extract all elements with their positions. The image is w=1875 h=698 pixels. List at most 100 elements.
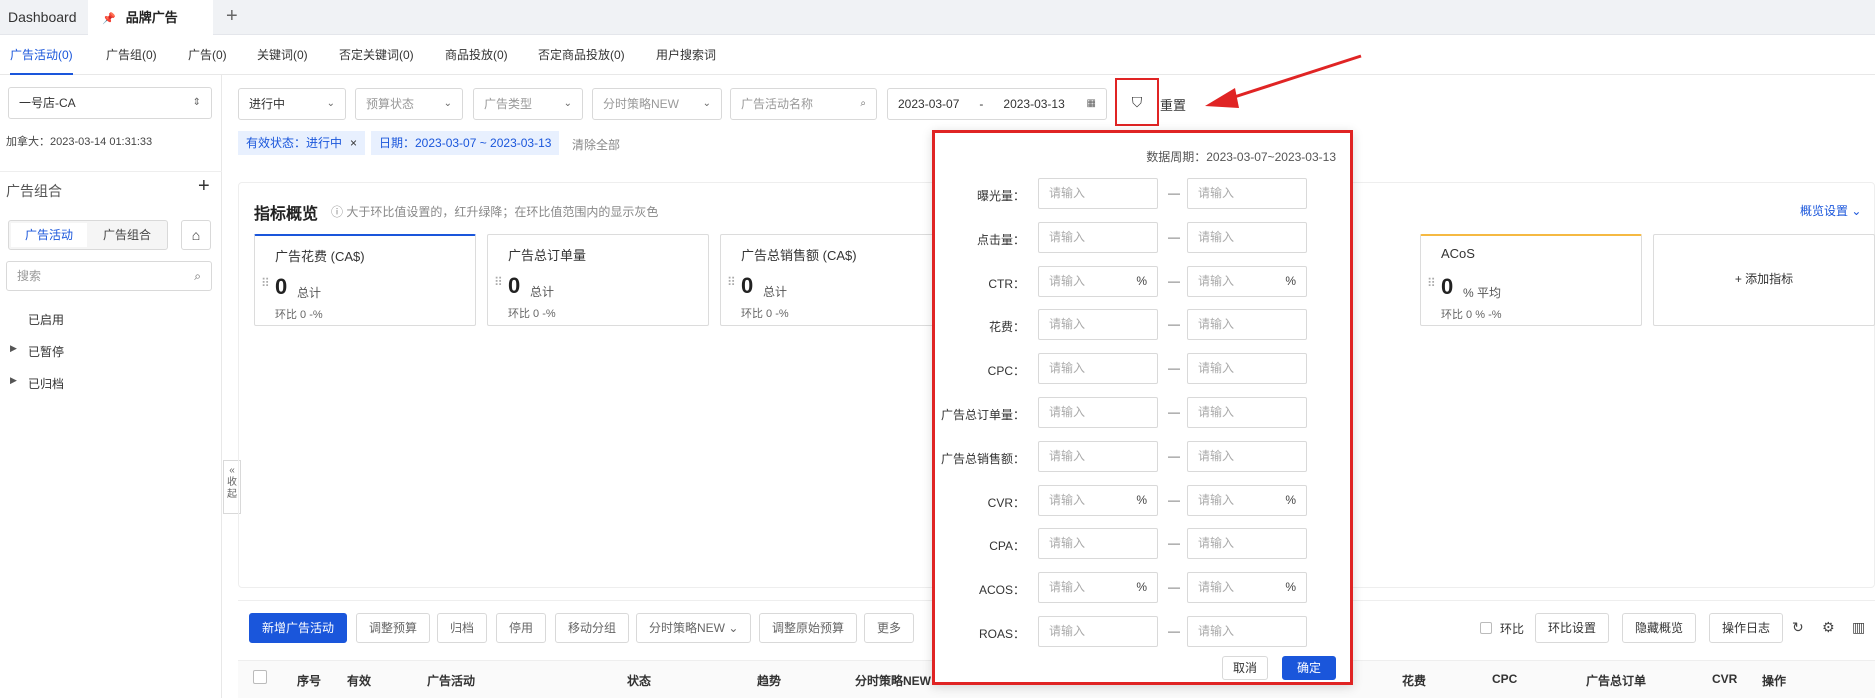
th-cpc[interactable]: CPC [1492, 672, 1517, 686]
strategy-button[interactable]: 分时策略NEW ⌄ [636, 613, 752, 643]
overview-settings-link[interactable]: 概览设置 ⌄ [1800, 202, 1861, 219]
drag-handle-icon[interactable]: ⠿ [261, 276, 270, 290]
segment-portfolios[interactable]: 广告组合 [89, 223, 165, 247]
drag-handle-icon[interactable]: ⠿ [1427, 276, 1436, 290]
add-metric-button[interactable]: + 添加指标 [1653, 234, 1875, 326]
filter-max-input[interactable]: 请输入 [1187, 616, 1307, 647]
input-placeholder: 请输入 [1198, 448, 1235, 463]
compare-checkbox[interactable] [1480, 622, 1492, 634]
th-orders[interactable]: 广告总订单 [1586, 672, 1646, 689]
filter-max-input[interactable]: 请输入 [1187, 309, 1307, 341]
filter-min-input[interactable]: 请输入 [1038, 397, 1158, 428]
store-select[interactable]: 一号店-CA ⇕ [8, 87, 212, 119]
subtab-campaigns[interactable]: 广告活动(0) [10, 35, 73, 75]
select-all-checkbox[interactable] [253, 670, 267, 684]
campaign-name-input[interactable]: 广告活动名称 ⌕ [730, 88, 877, 120]
input-placeholder: 请输入 [1049, 405, 1086, 419]
filter-min-input[interactable]: 请输入 [1038, 221, 1158, 253]
filter-max-input[interactable]: 请输入 [1187, 221, 1307, 253]
close-icon[interactable]: × [350, 136, 357, 150]
reset-button[interactable]: 重置 [1160, 95, 1186, 114]
tab-label: 品牌广告 [125, 10, 178, 25]
strategy-filter[interactable]: 分时策略NEW ⌄ [592, 88, 722, 120]
columns-icon[interactable]: ▥ [1852, 619, 1865, 636]
add-tab-button[interactable]: + [226, 0, 238, 35]
new-campaign-button[interactable]: 新增广告活动 [249, 613, 348, 643]
drag-handle-icon[interactable]: ⠿ [494, 275, 503, 289]
th-cvr[interactable]: CVR [1712, 672, 1737, 686]
home-icon[interactable]: ⌂ [181, 220, 211, 250]
caret-right-icon[interactable]: ▶ [10, 343, 17, 354]
subtab-keywords[interactable]: 关键词(0) [257, 35, 308, 75]
more-button[interactable]: 更多 [864, 613, 915, 643]
subtab-ads[interactable]: 广告(0) [188, 35, 227, 75]
status-filter[interactable]: 进行中 ⌄ [238, 88, 346, 120]
filter-max-input[interactable]: 请输入% [1187, 572, 1307, 604]
metric-card-spend[interactable]: 广告花费 (CA$) ⠿ 0 总计 环比 0 -% [254, 234, 476, 326]
cancel-button[interactable]: 取消 [1221, 656, 1268, 680]
add-portfolio-icon[interactable]: + [198, 175, 210, 198]
advanced-filter-icon[interactable]: ⛉ [1115, 78, 1159, 126]
adjust-original-budget-button[interactable]: 调整原始预算 [759, 613, 858, 643]
th-campaign[interactable]: 广告活动 [427, 672, 475, 689]
subtab-negative-keywords[interactable]: 否定关键词(0) [339, 35, 414, 75]
segment-campaigns[interactable]: 广告活动 [11, 223, 87, 247]
adjust-budget-button[interactable]: 调整预算 [356, 613, 431, 643]
compare-settings-button[interactable]: 环比设置 [1535, 613, 1610, 643]
subtab-negative-product-targeting[interactable]: 否定商品投放(0) [538, 35, 625, 75]
archive-button[interactable]: 归档 [437, 613, 488, 643]
filter-min-input[interactable]: 请输入% [1038, 572, 1158, 604]
metric-card-acos[interactable]: ACoS ⠿ 0 % 平均 环比 0 % -% [1420, 234, 1642, 326]
hide-overview-button[interactable]: 隐藏概览 [1622, 613, 1697, 643]
tree-item-archived[interactable]: 已归档 [28, 375, 64, 392]
collapse-label: 收起 [227, 477, 237, 500]
metric-card-orders[interactable]: 广告总订单量 ⠿ 0 总计 环比 0 -% [487, 234, 709, 326]
input-placeholder: 请输入 [1049, 186, 1086, 200]
percent-unit: % [1136, 580, 1147, 595]
drag-handle-icon[interactable]: ⠿ [727, 275, 736, 289]
filter-min-input[interactable]: 请输入% [1038, 265, 1158, 297]
filter-min-input[interactable]: 请输入 [1038, 528, 1158, 560]
chip-status[interactable]: 有效状态：进行中 × [238, 131, 366, 155]
tab-dashboard[interactable]: Dashboard [0, 0, 88, 35]
filter-min-input[interactable]: 请输入 [1038, 309, 1158, 341]
move-group-button[interactable]: 移动分组 [555, 613, 630, 643]
clear-all-link[interactable]: 清除全部 [572, 136, 620, 153]
subtab-adgroups[interactable]: 广告组(0) [106, 35, 157, 75]
sidebar-search-input[interactable]: 搜索 ⌕ [6, 261, 212, 291]
filter-max-input[interactable]: 请输入 [1187, 178, 1307, 209]
filter-max-input[interactable]: 请输入 [1187, 397, 1307, 428]
tree-item-paused[interactable]: 已暂停 [28, 343, 64, 360]
overview-title: 指标概览 [254, 206, 319, 223]
tab-brand-ads[interactable]: 📌 品牌广告 [88, 0, 213, 35]
pin-icon[interactable]: 📌 [102, 13, 116, 25]
caret-right-icon[interactable]: ▶ [10, 375, 17, 386]
adtype-filter[interactable]: 广告类型 ⌄ [473, 88, 583, 120]
filter-min-input[interactable]: 请输入 [1038, 178, 1158, 209]
filter-max-input[interactable]: 请输入% [1187, 484, 1307, 516]
confirm-button[interactable]: 确定 [1281, 656, 1336, 680]
filter-min-input[interactable]: 请输入% [1038, 484, 1158, 516]
sidebar: 一号店-CA ⇕ 加拿大：2023-03-14 01:31:33 广告组合 + 广… [0, 75, 222, 698]
budget-filter[interactable]: 预算状态 ⌄ [355, 88, 463, 120]
advanced-filter-popup: 数据周期：2023-03-07~2023-03-13 曝光量： 请输入 — 请输… [932, 130, 1353, 685]
th-spend[interactable]: 花费 [1402, 672, 1426, 689]
gear-icon[interactable]: ⚙ [1822, 619, 1835, 636]
operation-log-button[interactable]: 操作日志 [1709, 613, 1784, 643]
subtab-search-terms[interactable]: 用户搜索词 [656, 35, 716, 75]
metric-card-sales[interactable]: 广告总销售额 (CA$) ⠿ 0 总计 环比 0 -% [720, 234, 942, 326]
disable-button[interactable]: 停用 [496, 613, 547, 643]
filter-max-input[interactable]: 请输入% [1187, 265, 1307, 297]
filter-max-input[interactable]: 请输入 [1187, 353, 1307, 385]
refresh-icon[interactable]: ↻ [1792, 619, 1804, 636]
filter-max-input[interactable]: 请输入 [1187, 440, 1307, 472]
chip-date[interactable]: 日期：2023-03-07 ~ 2023-03-13 [371, 131, 560, 155]
tree-item-enabled[interactable]: 已启用 [28, 311, 64, 328]
filter-max-input[interactable]: 请输入 [1187, 528, 1307, 560]
filter-min-input[interactable]: 请输入 [1038, 616, 1158, 647]
filter-min-input[interactable]: 请输入 [1038, 353, 1158, 385]
filter-min-input[interactable]: 请输入 [1038, 440, 1158, 472]
date-range-picker[interactable]: 2023-03-07 - 2023-03-13 ▦ [887, 88, 1107, 120]
budget-placeholder: 预算状态 [366, 97, 415, 111]
subtab-product-targeting[interactable]: 商品投放(0) [445, 35, 508, 75]
